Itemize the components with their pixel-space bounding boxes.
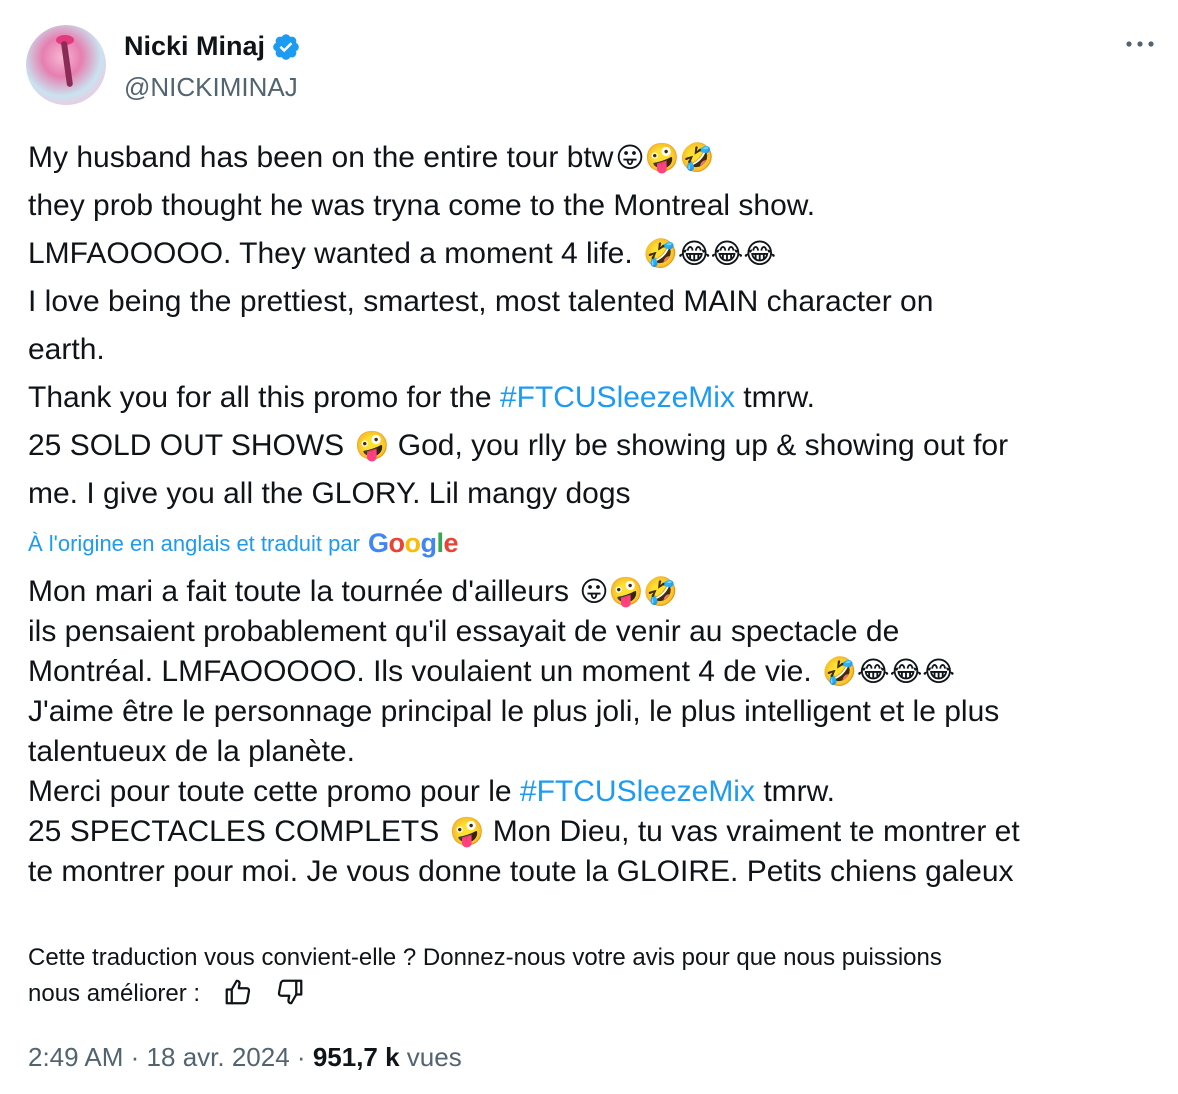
author-row: Nicki Minaj [124, 31, 301, 62]
feedback-text: nous améliorer : [28, 980, 201, 1007]
feedback-row: nous améliorer : [28, 976, 942, 1012]
translation-feedback: Cette traduction vous convient-elle ? Do… [28, 940, 942, 1012]
tweet-date[interactable]: 18 avr. 2024 [147, 1042, 290, 1072]
translation-line: ils pensaient probablement qu'il essayai… [28, 615, 900, 648]
emoji-group: 🤪 [354, 429, 390, 462]
emoji-group: 🤣😂😂😂 [822, 655, 956, 688]
tweet-meta: 2:49 AM · 18 avr. 2024 · 951,7 k vues [28, 1042, 462, 1073]
emoji-group: 😛🤪🤣 [615, 141, 715, 174]
translation-line: J'aime être le personnage principal le p… [28, 695, 1000, 728]
translation-line: Merci pour toute cette promo pour le #FT… [28, 775, 835, 808]
meta-separator: · [130, 1042, 140, 1072]
tweet-line: they prob thought he was tryna come to t… [28, 189, 816, 222]
author-name[interactable]: Nicki Minaj [124, 31, 265, 62]
tweet-time[interactable]: 2:49 AM [28, 1042, 123, 1072]
avatar-figure [60, 40, 74, 88]
translation-line: Mon mari a fait toute la tournée d'aille… [28, 572, 1020, 612]
translation-notice-label: À l'origine en anglais et traduit par [28, 530, 360, 556]
emoji-group: 🤣😂😂😂 [643, 237, 777, 270]
google-logo: Google [367, 528, 459, 558]
thumbs-down-icon[interactable] [275, 977, 305, 1007]
translation-line: Montréal. LMFAOOOOO. Ils voulaient un mo… [28, 652, 1020, 692]
translated-text: Mon mari a fait toute la tournée d'aille… [28, 572, 1020, 892]
emoji-group: 🤪 [449, 815, 485, 848]
author-handle[interactable]: @NICKIMINAJ [124, 72, 298, 103]
tweet-line: Thank you for all this promo for the #FT… [28, 381, 815, 414]
feedback-text: Cette traduction vous convient-elle ? Do… [28, 944, 942, 971]
meta-separator: · [296, 1042, 306, 1072]
tweet-line: LMFAOOOOO. They wanted a moment 4 life. … [28, 230, 1008, 278]
avatar[interactable] [26, 25, 106, 105]
thumbs-up-icon[interactable] [223, 977, 253, 1007]
translation-line: 25 SPECTACLES COMPLETS 🤪 Mon Dieu, tu va… [28, 812, 1020, 852]
translation-notice[interactable]: À l'origine en anglais et traduit par Go… [28, 528, 459, 559]
views-label: vues [406, 1042, 462, 1072]
tweet-line: me. I give you all the GLORY. Lil mangy … [28, 477, 631, 510]
tweet-line: I love being the prettiest, smartest, mo… [28, 285, 934, 318]
views-count: 951,7 k [312, 1042, 400, 1072]
more-icon[interactable] [1122, 32, 1158, 56]
translation-line: te montrer pour moi. Je vous donne toute… [28, 855, 1014, 888]
tweet-line: earth. [28, 333, 105, 366]
translation-line: talentueux de la planète. [28, 735, 355, 768]
verified-badge-icon [273, 33, 299, 60]
emoji-group: 😛🤪🤣 [579, 575, 679, 608]
tweet-text: My husband has been on the entire tour b… [28, 134, 1008, 518]
hashtag-link[interactable]: #FTCUSleezeMix [500, 381, 735, 414]
tweet-line: 25 SOLD OUT SHOWS 🤪 God, you rlly be sho… [28, 422, 1008, 470]
hashtag-link[interactable]: #FTCUSleezeMix [520, 775, 755, 808]
tweet-line: My husband has been on the entire tour b… [28, 134, 1008, 182]
